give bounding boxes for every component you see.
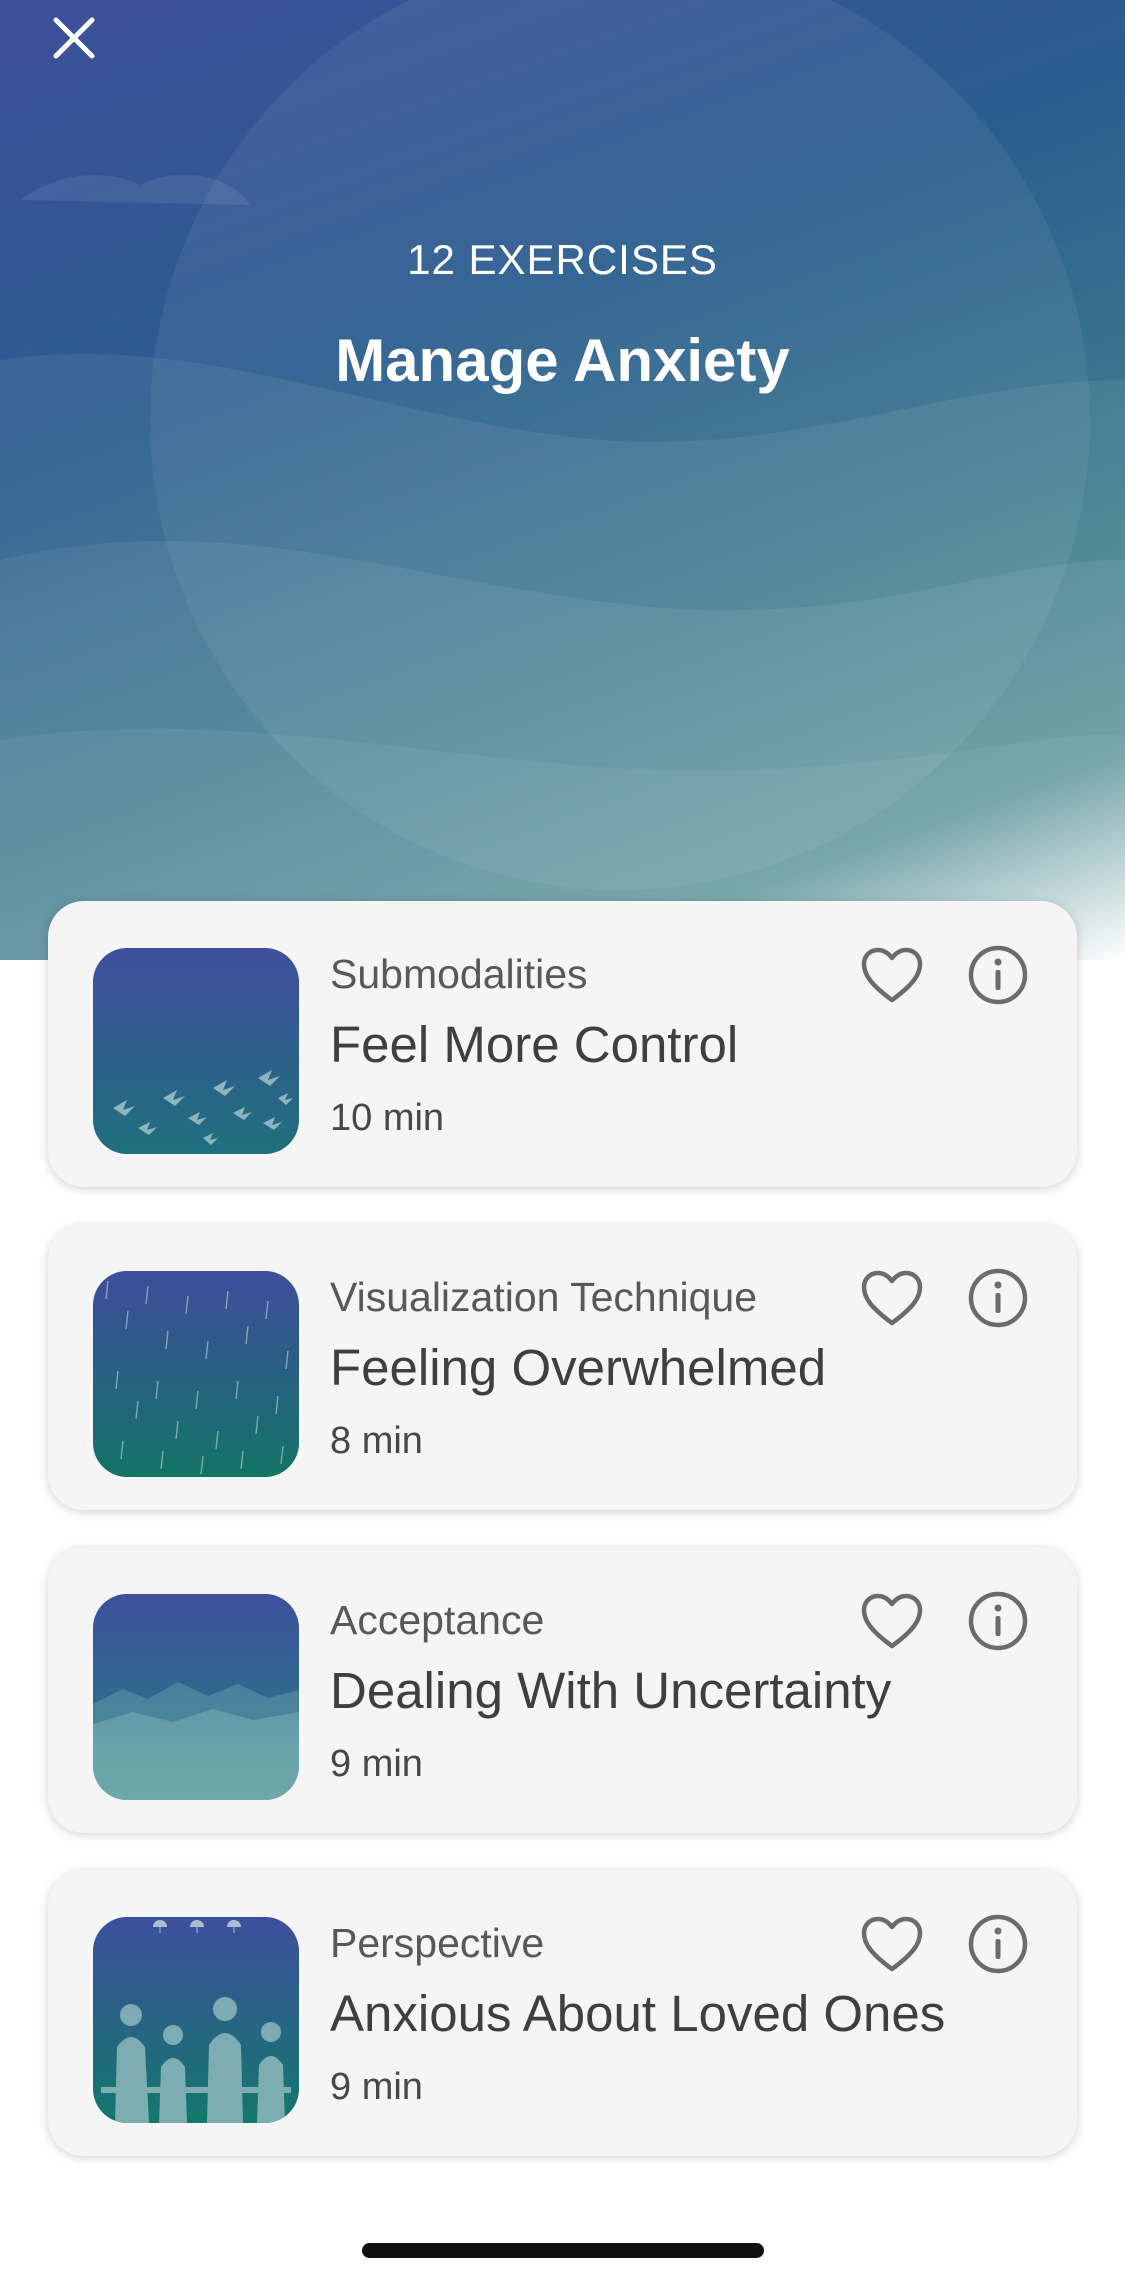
- exercise-thumbnail: [93, 1271, 299, 1477]
- hero-header: 12 EXERCISES Manage Anxiety: [0, 0, 1125, 960]
- exercise-duration: 10 min: [330, 1097, 445, 1139]
- heart-icon: [861, 1593, 923, 1649]
- exercise-duration: 9 min: [330, 2066, 423, 2108]
- exercise-card-feeling-overwhelmed[interactable]: Visualization Technique Feeling Overwhel…: [48, 1224, 1077, 1510]
- exercise-thumbnail: [93, 1594, 299, 1800]
- close-icon: [53, 17, 95, 59]
- exercise-title: Feel More Control: [330, 1016, 739, 1073]
- exercise-duration: 9 min: [330, 1743, 423, 1785]
- info-button[interactable]: [962, 939, 1034, 1011]
- favorite-button[interactable]: [856, 939, 928, 1011]
- favorite-button[interactable]: [856, 1262, 928, 1334]
- favorite-button[interactable]: [856, 1585, 928, 1657]
- exercise-category: Visualization Technique: [330, 1274, 758, 1320]
- page-title: Manage Anxiety: [335, 327, 790, 394]
- exercise-card-dealing-with-uncertainty[interactable]: Acceptance Dealing With Uncertainty 9 mi…: [48, 1547, 1077, 1833]
- info-icon: [968, 945, 1028, 1005]
- exercise-category: Perspective: [330, 1920, 545, 1966]
- heart-icon: [861, 947, 923, 1003]
- exercise-title: Dealing With Uncertainty: [330, 1662, 892, 1719]
- info-button[interactable]: [962, 1908, 1034, 1980]
- exercise-card-feel-more-control[interactable]: Submodalities Feel More Control 10 min: [48, 901, 1077, 1187]
- info-icon: [968, 1268, 1028, 1328]
- info-icon: [968, 1914, 1028, 1974]
- exercise-card-anxious-about-loved-ones[interactable]: Perspective Anxious About Loved Ones 9 m…: [48, 1870, 1077, 2156]
- exercise-count: 12 EXERCISES: [407, 236, 718, 283]
- close-button[interactable]: [50, 14, 120, 84]
- exercise-duration: 8 min: [330, 1420, 423, 1462]
- info-button[interactable]: [962, 1262, 1034, 1334]
- exercise-title: Feeling Overwhelmed: [330, 1339, 827, 1396]
- info-button[interactable]: [962, 1585, 1034, 1657]
- favorite-button[interactable]: [856, 1908, 928, 1980]
- exercise-title: Anxious About Loved Ones: [330, 1985, 946, 2042]
- heart-icon: [861, 1270, 923, 1326]
- hero-background: [0, 0, 1125, 960]
- home-indicator[interactable]: [362, 2243, 764, 2258]
- info-icon: [968, 1591, 1028, 1651]
- exercise-category: Submodalities: [330, 951, 588, 997]
- exercise-thumbnail: [93, 1917, 299, 2123]
- heart-icon: [861, 1916, 923, 1972]
- exercise-category: Acceptance: [330, 1597, 545, 1643]
- exercise-thumbnail: [93, 948, 299, 1154]
